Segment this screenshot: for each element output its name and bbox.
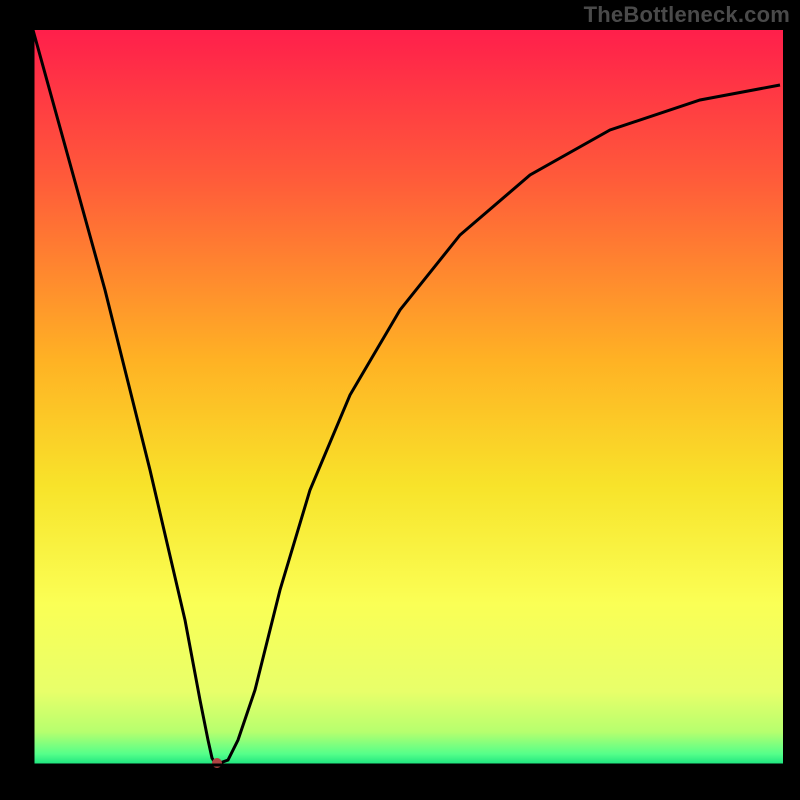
chart-svg (0, 0, 800, 800)
chart-container: TheBottleneck.com (0, 0, 800, 800)
plot-background (33, 30, 783, 765)
watermark-label: TheBottleneck.com (584, 2, 790, 28)
